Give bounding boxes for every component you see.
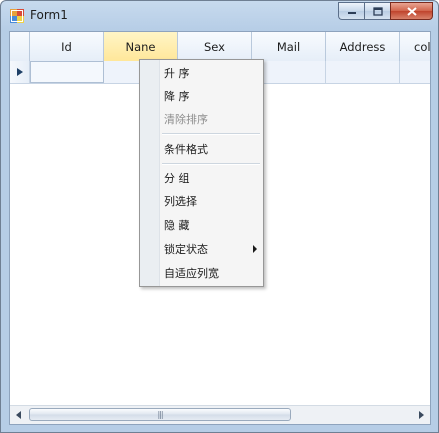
menu-separator [162, 133, 260, 135]
menu-separator [162, 163, 260, 165]
scroll-thumb[interactable]: ||| [29, 408, 291, 421]
form-app-icon [10, 9, 24, 23]
column-header-nane[interactable]: Nane [104, 32, 178, 61]
horizontal-scrollbar[interactable]: ||| [10, 405, 430, 424]
minimize-icon [347, 12, 356, 14]
maximize-icon [372, 6, 383, 16]
grid-header: Id Nane Sex Mail Address col [10, 32, 430, 62]
menu-item-sort-descending[interactable]: 降 序 [160, 85, 261, 107]
menu-item-group[interactable]: 分 组 [160, 167, 261, 189]
menu-item-conditional-format[interactable]: 条件格式 [160, 138, 261, 160]
grid-cell-address[interactable] [326, 61, 400, 83]
title-bar[interactable]: Form1 [1, 1, 438, 31]
scroll-right-button[interactable] [413, 407, 430, 423]
current-row-arrow-icon [16, 68, 23, 76]
menu-item-lock-state[interactable]: 锁定状态 [160, 238, 261, 260]
column-header-sex[interactable]: Sex [178, 32, 252, 61]
column-header-address[interactable]: Address [326, 32, 400, 61]
grid-corner-cell[interactable] [10, 32, 30, 61]
close-icon [406, 6, 417, 16]
menu-item-clear-sort: 清除排序 [164, 113, 208, 126]
close-button[interactable] [390, 2, 433, 20]
submenu-arrow-icon [253, 245, 257, 253]
menu-icon-gutter [140, 60, 160, 286]
grid-cell-col[interactable] [400, 61, 430, 83]
menu-item-hide[interactable]: 隐 藏 [160, 214, 261, 236]
app-window: Form1 Id Nane Sex Mail Address col ||| 升… [0, 0, 439, 433]
column-header-col[interactable]: col [400, 32, 430, 61]
column-header-id[interactable]: Id [30, 32, 104, 61]
grid-cell-id[interactable] [30, 61, 104, 83]
menu-item-lock-state-label: 锁定状态 [164, 243, 208, 256]
column-header-mail[interactable]: Mail [252, 32, 326, 61]
scroll-left-button[interactable] [10, 407, 27, 423]
scroll-grip-icon: ||| [157, 410, 163, 419]
window-title: Form1 [30, 8, 68, 22]
menu-item-column-chooser[interactable]: 列选择 [160, 190, 261, 212]
scroll-left-arrow-icon [16, 411, 21, 419]
menu-item-sort-ascending[interactable]: 升 序 [160, 62, 261, 84]
column-context-menu: 升 序 降 序 清除排序 条件格式 分 组 列选择 隐 藏 锁定状态 自适应列宽 [139, 59, 264, 287]
caption-buttons [338, 2, 433, 22]
menu-item-auto-fit-width[interactable]: 自适应列宽 [160, 262, 261, 284]
row-header[interactable] [10, 61, 30, 83]
maximize-button[interactable] [364, 2, 390, 20]
scroll-right-arrow-icon [419, 411, 424, 419]
minimize-button[interactable] [338, 2, 364, 20]
